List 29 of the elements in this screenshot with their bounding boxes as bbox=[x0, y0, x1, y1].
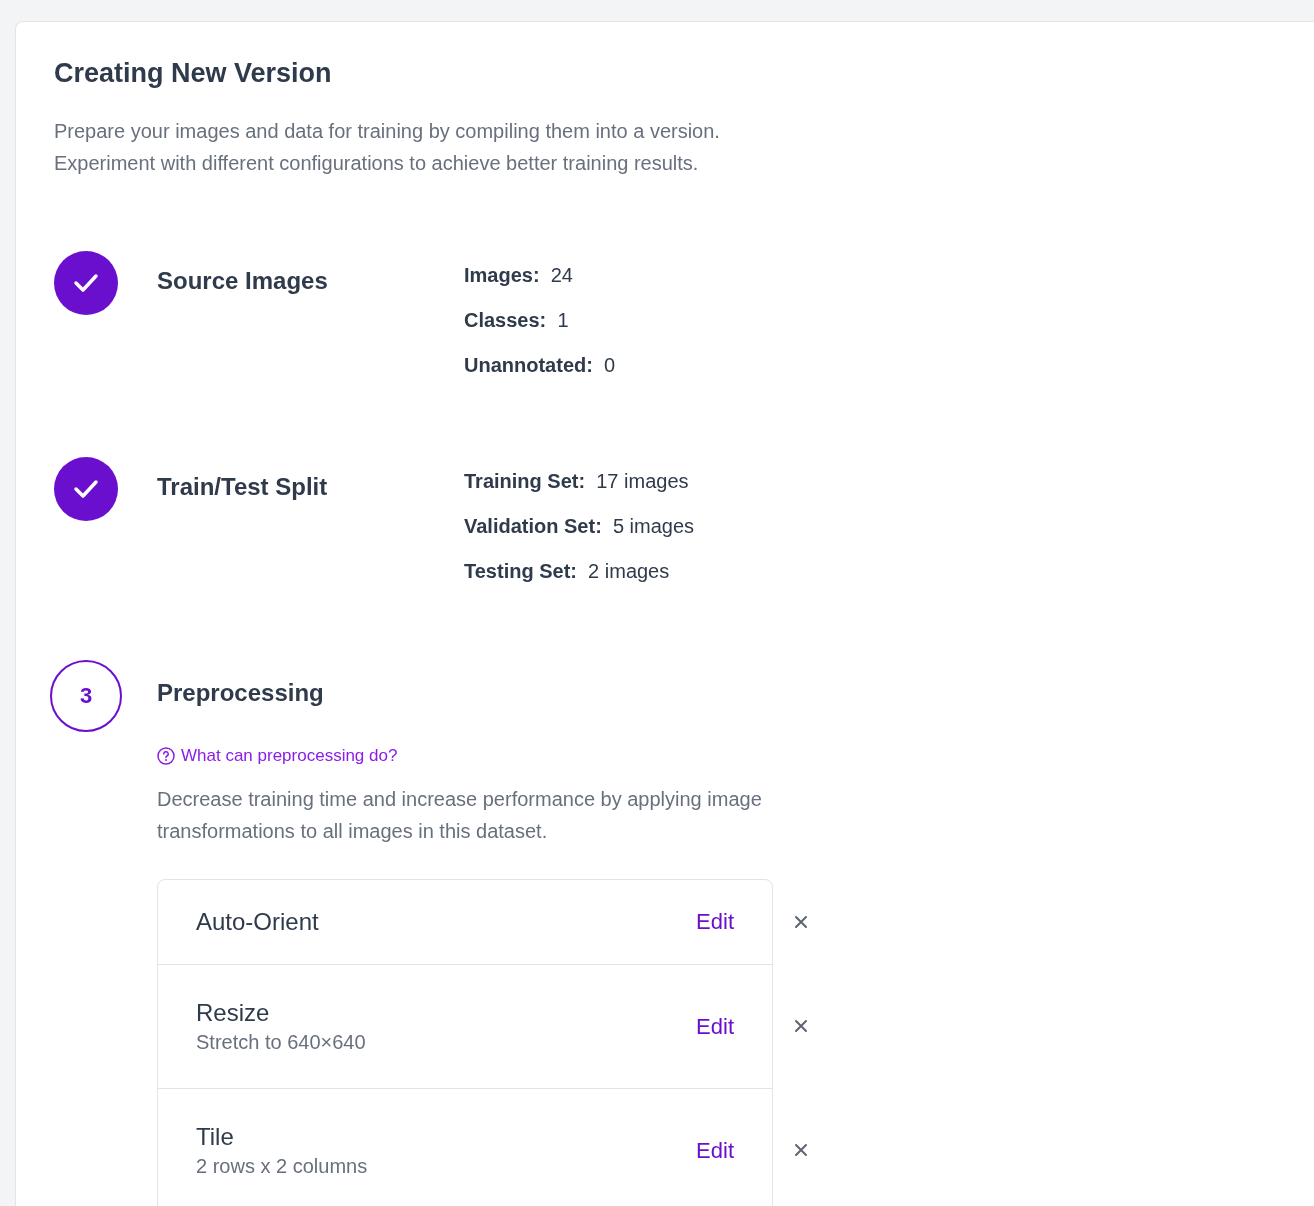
transform-name: Auto-Orient bbox=[196, 908, 319, 936]
edit-link[interactable]: Edit bbox=[696, 1137, 734, 1164]
intro-text: Prepare your images and data for training by compiling them into a version. bbox=[54, 119, 721, 144]
stat-text: Validation Set: 5 images bbox=[464, 514, 696, 539]
transform-name: Tile bbox=[196, 1123, 235, 1151]
edit-link[interactable]: Edit bbox=[696, 1013, 734, 1040]
close-button[interactable] bbox=[794, 1019, 808, 1033]
transform-name: Resize bbox=[196, 999, 271, 1027]
close-button[interactable] bbox=[794, 1143, 808, 1157]
transform-detail: 2 rows x 2 columns bbox=[196, 1155, 368, 1178]
stat-text: Unannotated: 0 bbox=[464, 353, 617, 378]
step-title: Train/Test Split bbox=[157, 472, 329, 501]
stat-text: Training Set: 17 images bbox=[464, 469, 690, 494]
step-number: 3 bbox=[50, 660, 122, 732]
stat-text: Classes: 1 bbox=[464, 308, 570, 333]
transform-detail: Stretch to 640×640 bbox=[196, 1031, 366, 1054]
close-button[interactable] bbox=[794, 914, 808, 929]
stat-text: Images: 24 bbox=[464, 263, 574, 288]
help-icon bbox=[157, 747, 175, 765]
stat-text: Testing Set: 2 images bbox=[464, 559, 671, 584]
page-title: Creating New Version bbox=[54, 58, 333, 89]
step-title: Source Images bbox=[157, 266, 329, 295]
check-icon bbox=[73, 273, 99, 293]
edit-link[interactable]: Edit bbox=[696, 909, 734, 935]
check-icon bbox=[73, 479, 99, 499]
intro-text: Experiment with different configurations to achieve better training results. bbox=[54, 151, 700, 176]
help-link[interactable]: What can preprocessing do? bbox=[157, 746, 398, 766]
step-title: Preprocessing bbox=[157, 678, 325, 707]
step-description: Decrease training time and increase performance by applying image transformations to all images in this dataset. bbox=[157, 787, 763, 844]
